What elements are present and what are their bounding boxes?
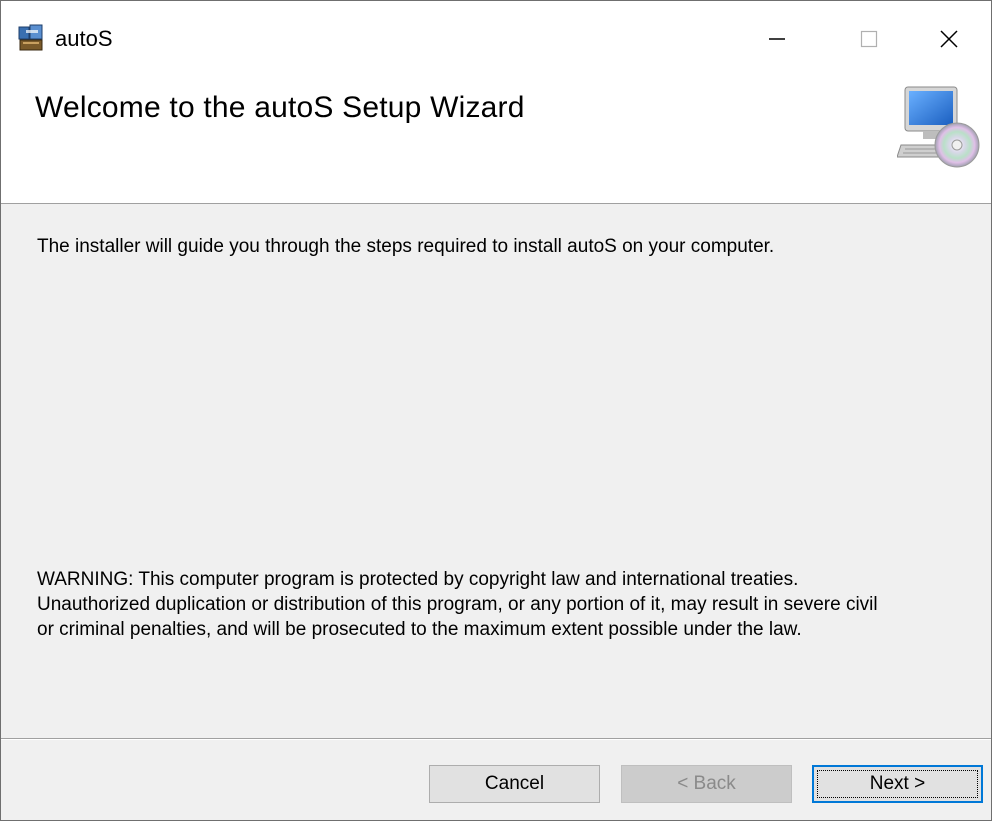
cancel-button[interactable]: Cancel — [429, 765, 600, 803]
footer-divider — [1, 738, 991, 740]
maximize-icon — [860, 30, 878, 48]
title-bar: autoS — [1, 1, 991, 77]
computer-with-cd-icon — [897, 86, 980, 168]
warning-line: or criminal penalties, and will be prose… — [37, 619, 802, 640]
warning-line: Unauthorized duplication or distribution… — [37, 594, 878, 615]
installer-package-icon — [18, 24, 43, 51]
intro-text: The installer will guide you through the… — [37, 236, 775, 257]
copyright-warning: WARNING: This computer program is protec… — [37, 567, 977, 642]
close-icon — [940, 30, 958, 48]
next-button[interactable]: Next > — [812, 765, 983, 803]
minimize-button[interactable] — [731, 1, 823, 77]
maximize-button[interactable] — [823, 1, 915, 77]
window-title: autoS — [55, 26, 113, 51]
back-button-label: < Back — [677, 773, 736, 794]
minimize-icon — [769, 38, 785, 40]
warning-line: WARNING: This computer program is protec… — [37, 569, 799, 590]
close-button[interactable] — [907, 1, 991, 77]
focus-ring — [817, 770, 978, 798]
back-button[interactable]: < Back — [621, 765, 792, 803]
header-banner: Welcome to the autoS Setup Wizard — [1, 77, 991, 204]
setup-wizard-window: autoS Welcome to the autoS Setup Wizard — [0, 0, 992, 821]
wizard-title: Welcome to the autoS Setup Wizard — [35, 91, 525, 124]
cancel-button-label: Cancel — [484, 773, 545, 794]
